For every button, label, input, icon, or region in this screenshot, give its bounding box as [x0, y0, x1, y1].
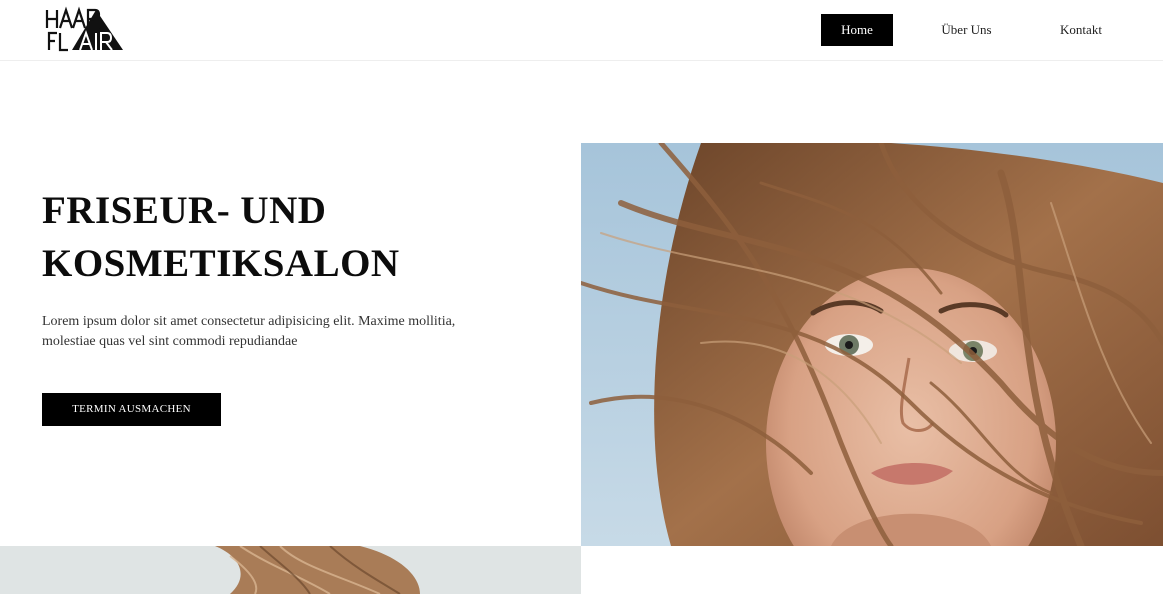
hero-description-line-1: Lorem ipsum dolor sit amet consectetur a…: [42, 314, 456, 329]
nav-contact-link[interactable]: Kontakt: [1046, 14, 1116, 46]
nav-about-link[interactable]: Über Uns: [929, 14, 1004, 46]
hero-title-line-1: FRISEUR- UND: [42, 189, 327, 232]
book-appointment-button[interactable]: TERMIN AUSMACHEN: [42, 393, 221, 426]
logo-mark: [45, 6, 123, 52]
hero-woman-photo: [581, 143, 1163, 546]
hero-title: FRISEUR- UND KOSMETIKSALON: [42, 184, 562, 290]
site-header: Home Über Uns Kontakt: [0, 0, 1163, 61]
hero-title-line-2: KOSMETIKSALON: [42, 242, 400, 285]
hero-description-line-2: molestiae quas vel sint commodi repudian…: [42, 334, 298, 349]
haarflair-logo[interactable]: [44, 6, 126, 52]
secondary-hair-photo: [0, 546, 581, 594]
nav-home-link[interactable]: Home: [821, 14, 893, 46]
hero-description: Lorem ipsum dolor sit amet consectetur a…: [42, 312, 512, 352]
